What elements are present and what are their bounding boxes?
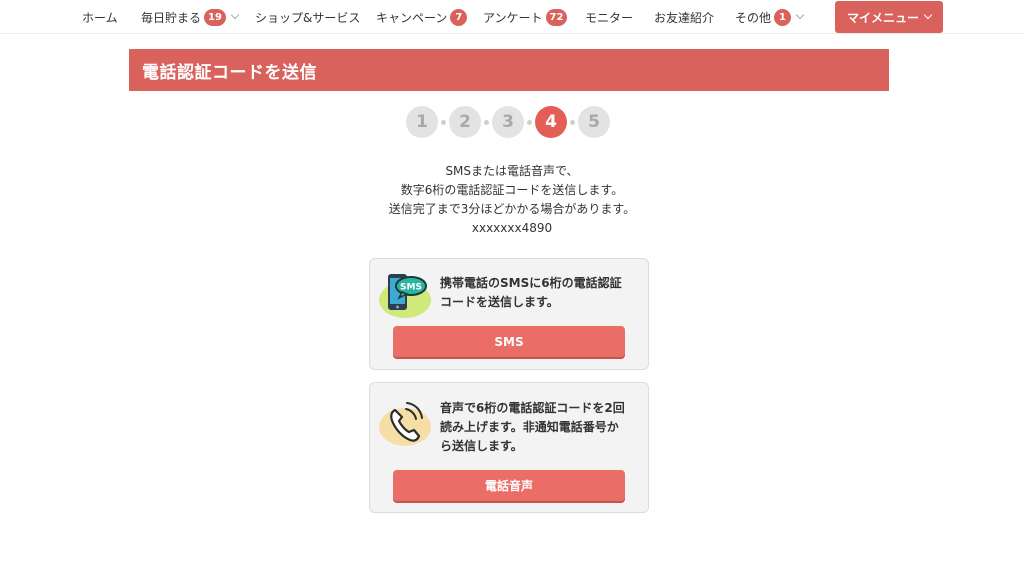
top-navigation: ホーム 毎日貯まる 19 ショップ&サービス キャンペーン 7 アンケート 72… xyxy=(0,0,1024,34)
my-menu-button[interactable]: マイメニュー xyxy=(835,1,943,33)
page-title: 電話認証コードを送信 xyxy=(142,62,317,83)
nav-item-label: その他 xyxy=(735,10,772,25)
instruction-line: 数字6桁の電話認証コードを送信します。 xyxy=(400,183,624,197)
my-menu-label: マイメニュー xyxy=(846,10,919,25)
nav-item-label: 毎日貯まる xyxy=(141,10,202,25)
send-voice-call-button[interactable]: 電話音声 xyxy=(393,470,625,501)
send-sms-button[interactable]: SMS xyxy=(393,326,625,357)
nav-badge: 72 xyxy=(545,8,568,26)
step-3: 3 xyxy=(492,106,524,138)
nav-item-monitor[interactable]: モニター xyxy=(585,0,633,34)
step-5: 5 xyxy=(578,106,610,138)
nav-item-label: お友達紹介 xyxy=(654,10,715,25)
nav-badge: 7 xyxy=(450,8,468,26)
nav-item-label: ホーム xyxy=(82,10,118,25)
nav-item-referral[interactable]: お友達紹介 xyxy=(654,0,714,34)
step-indicator: 1 2 3 4 5 xyxy=(406,106,610,138)
step-4-current: 4 xyxy=(535,106,567,138)
svg-text:SMS: SMS xyxy=(400,283,422,293)
chevron-down-icon xyxy=(795,10,805,20)
instructions: SMSまたは電話音声で、 数字6桁の電話認証コードを送信します。 送信完了まで3… xyxy=(312,162,712,238)
step-separator xyxy=(527,119,532,125)
voice-description-line: 音声で6桁の電話認証コードを2回 xyxy=(440,401,625,415)
nav-item-label: キャンペーン xyxy=(376,10,448,25)
phone-ringing-icon xyxy=(378,397,432,451)
voice-description-line: ら送信します。 xyxy=(440,439,523,453)
nav-item-home[interactable]: ホーム xyxy=(82,0,118,34)
nav-item-label: ショップ&サービス xyxy=(255,10,361,25)
nav-item-label: モニター xyxy=(585,10,634,25)
step-2: 2 xyxy=(449,106,481,138)
sms-description-line: 携帯電話のSMSに6桁の電話認証 xyxy=(440,276,622,290)
nav-item-survey[interactable]: アンケート 72 xyxy=(483,0,568,34)
nav-badge: 1 xyxy=(774,8,792,26)
sms-option-description: 携帯電話のSMSに6桁の電話認証 コードを送信します。 xyxy=(440,274,640,312)
sms-description-line: コードを送信します。 xyxy=(440,295,559,309)
nav-item-label: アンケート xyxy=(483,10,543,25)
sms-option-card: SMS 携帯電話のSMSに6桁の電話認証 コードを送信します。 SMS xyxy=(369,258,649,370)
chevron-down-icon xyxy=(923,10,933,20)
step-1: 1 xyxy=(406,106,438,138)
instruction-line: 送信完了まで3分ほどかかる場合があります。 xyxy=(388,202,636,216)
page-header: 電話認証コードを送信 xyxy=(129,49,889,91)
instruction-line: SMSまたは電話音声で、 xyxy=(445,164,579,178)
nav-item-daily[interactable]: 毎日貯まる 19 xyxy=(141,0,240,34)
step-separator xyxy=(484,119,489,125)
nav-item-other[interactable]: その他 1 xyxy=(735,0,805,34)
nav-item-shop-services[interactable]: ショップ&サービス xyxy=(255,0,360,34)
voice-option-description: 音声で6桁の電話認証コードを2回 読み上げます。非通知電話番号か ら送信します。 xyxy=(440,399,640,456)
masked-phone-number: xxxxxxx4890 xyxy=(471,221,553,235)
nav-badge: 19 xyxy=(204,8,226,26)
step-separator xyxy=(570,119,575,125)
smartphone-sms-icon: SMS xyxy=(378,267,432,321)
chevron-down-icon xyxy=(230,10,240,20)
voice-option-card: 音声で6桁の電話認証コードを2回 読み上げます。非通知電話番号か ら送信します。… xyxy=(369,382,649,513)
nav-item-campaign[interactable]: キャンペーン 7 xyxy=(376,0,468,34)
voice-description-line: 読み上げます。非通知電話番号か xyxy=(440,420,619,434)
step-separator xyxy=(441,119,446,125)
